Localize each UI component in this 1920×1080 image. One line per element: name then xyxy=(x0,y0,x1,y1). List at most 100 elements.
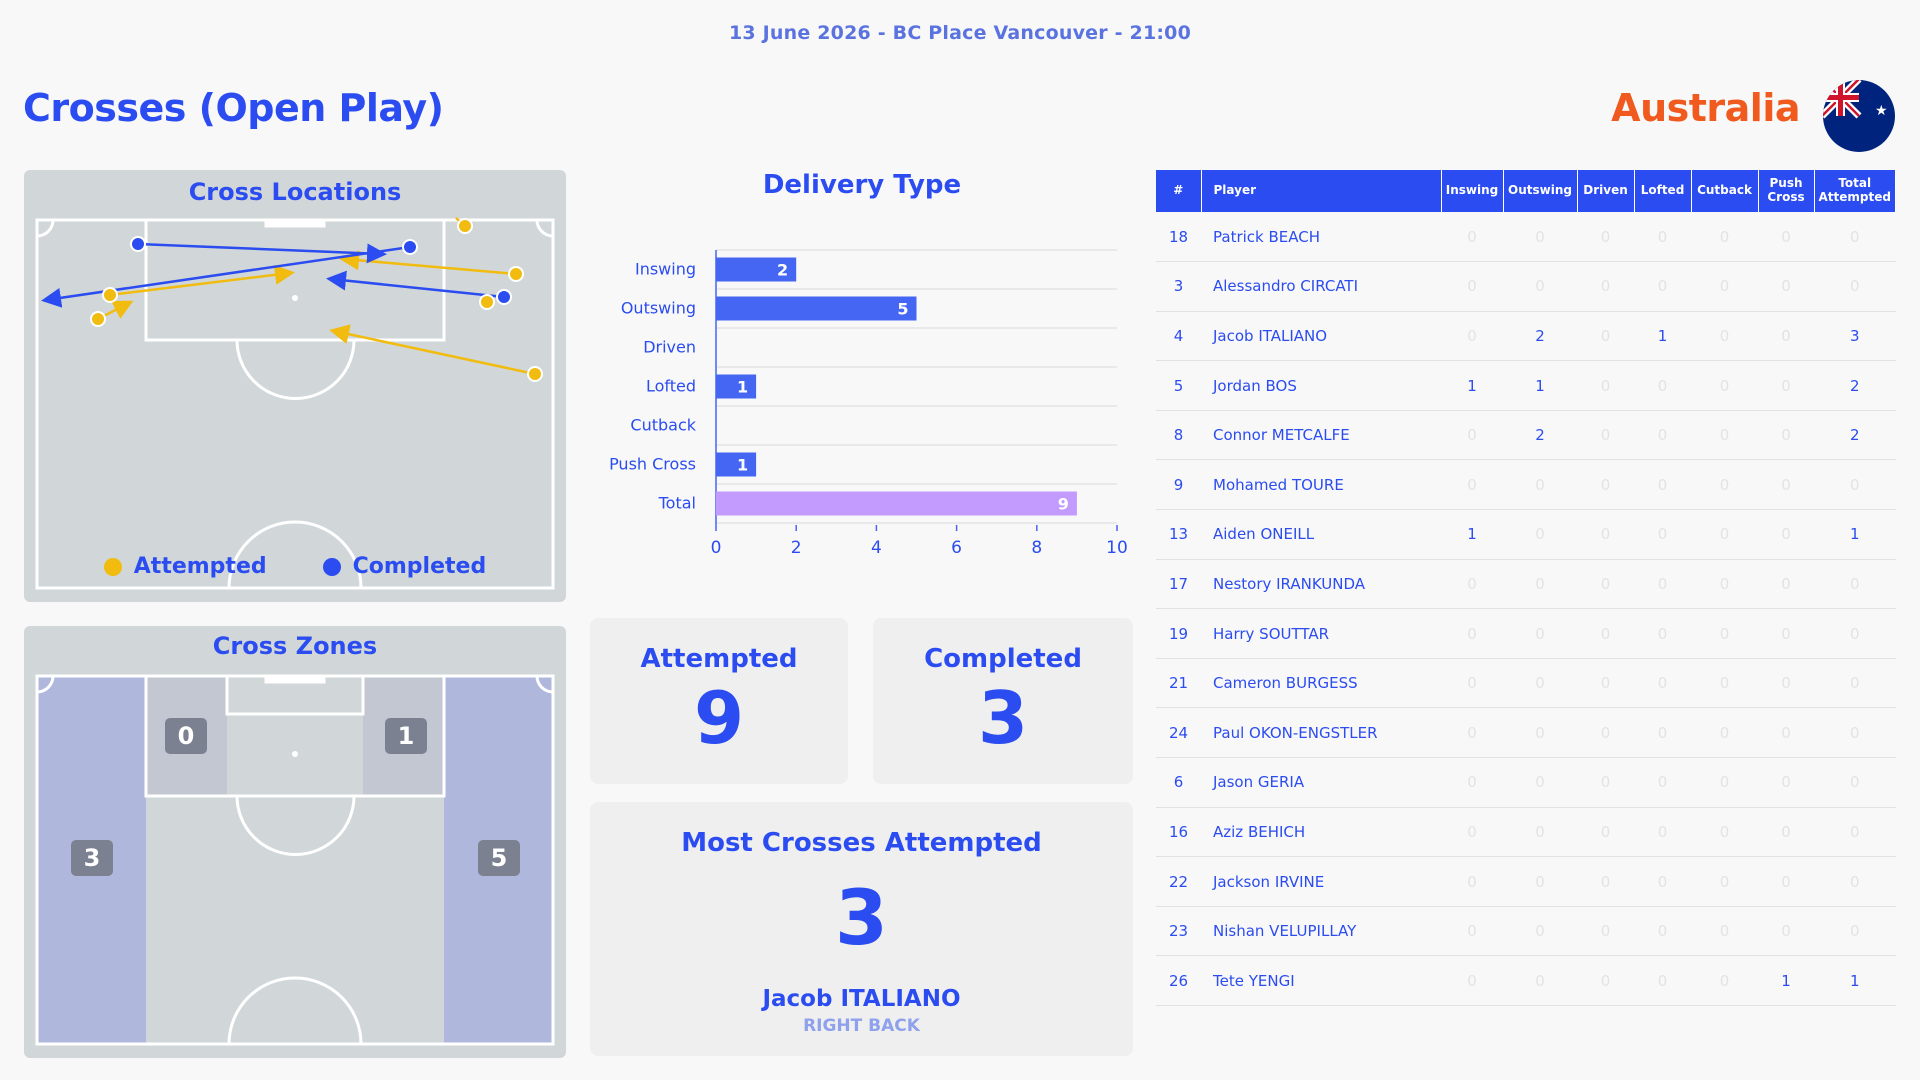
cell-cutback: 0 xyxy=(1691,658,1758,709)
player-name: Cameron BURGESS xyxy=(1201,658,1441,709)
cell-outswing: 0 xyxy=(1503,757,1577,808)
cell-lofted: 0 xyxy=(1634,608,1691,659)
cell-total-attempted: 0 xyxy=(1814,261,1896,312)
cell-lofted: 0 xyxy=(1634,906,1691,957)
chart-bar-value-label: 2 xyxy=(777,261,788,280)
svg-text:★: ★ xyxy=(1875,103,1888,119)
cell-outswing: 2 xyxy=(1503,311,1577,362)
cross-origin-attempted xyxy=(90,311,106,327)
cell-cutback: 0 xyxy=(1691,707,1758,759)
col-header-inswing[interactable]: Inswing xyxy=(1441,170,1504,212)
col-header-push-cross[interactable]: Push Cross xyxy=(1758,170,1815,212)
player-name: Harry SOUTTAR xyxy=(1201,608,1441,659)
cell-inswing: 1 xyxy=(1441,509,1503,560)
table-row[interactable]: 4 Jacob ITALIANO 0 2 0 1 0 0 3 xyxy=(1156,311,1896,362)
table-row[interactable]: 9 Mohamed TOURE 0 0 0 0 0 0 0 xyxy=(1156,459,1896,511)
cell-push-cross: 0 xyxy=(1758,261,1814,312)
cell-total-attempted: 0 xyxy=(1814,212,1896,263)
table-row[interactable]: 26 Tete YENGI 0 0 0 0 0 1 1 xyxy=(1156,955,1896,1006)
cell-driven: 0 xyxy=(1577,757,1634,808)
cell-inswing: 0 xyxy=(1441,410,1503,461)
table-row[interactable]: 8 Connor METCALFE 0 2 0 0 0 0 2 xyxy=(1156,410,1896,461)
cell-outswing: 1 xyxy=(1503,360,1577,411)
table-row[interactable]: 5 Jordan BOS 1 1 0 0 0 0 2 xyxy=(1156,360,1896,411)
chart-category-label: Lofted xyxy=(646,377,696,396)
cell-cutback: 0 xyxy=(1691,261,1758,312)
player-number: 9 xyxy=(1156,459,1201,511)
cell-lofted: 0 xyxy=(1634,410,1691,461)
cell-cutback: 0 xyxy=(1691,856,1758,907)
cell-total-attempted: 0 xyxy=(1814,807,1896,858)
cell-cutback: 0 xyxy=(1691,459,1758,511)
cell-cutback: 0 xyxy=(1691,906,1758,957)
player-number: 4 xyxy=(1156,311,1201,362)
cell-inswing: 0 xyxy=(1441,459,1503,511)
player-name: Jordan BOS xyxy=(1201,360,1441,411)
table-row[interactable]: 19 Harry SOUTTAR 0 0 0 0 0 0 0 xyxy=(1156,608,1896,659)
table-row[interactable]: 16 Aziz BEHICH 0 0 0 0 0 0 0 xyxy=(1156,807,1896,858)
cell-total-attempted: 0 xyxy=(1814,707,1896,759)
cell-inswing: 0 xyxy=(1441,559,1503,610)
col-header-player[interactable]: Player xyxy=(1201,170,1442,212)
cell-lofted: 0 xyxy=(1634,212,1691,263)
attempted-value: 9 xyxy=(693,676,745,760)
cell-lofted: 0 xyxy=(1634,856,1691,907)
col-header-lofted[interactable]: Lofted xyxy=(1634,170,1692,212)
top-player-name: Jacob ITALIANO xyxy=(762,986,961,1012)
chart-x-tick-label: 10 xyxy=(1106,538,1128,558)
table-row[interactable]: 3 Alessandro CIRCATI 0 0 0 0 0 0 0 xyxy=(1156,261,1896,312)
cell-outswing: 0 xyxy=(1503,559,1577,610)
cross-zones-panel: Cross Zones 0 1 3 5 xyxy=(24,626,566,1058)
cell-cutback: 0 xyxy=(1691,410,1758,461)
col-header-total-attempted[interactable]: Total Attempted xyxy=(1814,170,1896,212)
cell-cutback: 0 xyxy=(1691,757,1758,808)
cell-total-attempted: 0 xyxy=(1814,559,1896,610)
col-header-outswing[interactable]: Outswing xyxy=(1503,170,1578,212)
cell-lofted: 0 xyxy=(1634,509,1691,560)
most-crosses-value: 3 xyxy=(835,873,888,962)
cross-arrow-completed xyxy=(137,242,387,264)
table-row[interactable]: 18 Patrick BEACH 0 0 0 0 0 0 0 xyxy=(1156,212,1896,263)
legend-completed: Completed xyxy=(322,554,487,579)
table-row[interactable]: 21 Cameron BURGESS 0 0 0 0 0 0 0 xyxy=(1156,658,1896,709)
col-header-driven[interactable]: Driven xyxy=(1577,170,1635,212)
player-number: 23 xyxy=(1156,906,1201,957)
cell-driven: 0 xyxy=(1577,360,1634,411)
cell-cutback: 0 xyxy=(1691,509,1758,560)
legend-completed-label: Completed xyxy=(352,554,487,579)
player-number: 17 xyxy=(1156,559,1201,610)
cell-total-attempted: 0 xyxy=(1814,658,1896,709)
cell-driven: 0 xyxy=(1577,459,1634,511)
player-number: 8 xyxy=(1156,410,1201,461)
cell-outswing: 0 xyxy=(1503,906,1577,957)
cell-total-attempted: 0 xyxy=(1814,459,1896,511)
completed-value: 3 xyxy=(977,676,1029,760)
cell-driven: 0 xyxy=(1577,658,1634,709)
cross-arrow-completed xyxy=(41,245,411,308)
table-row[interactable]: 13 Aiden ONEILL 1 0 0 0 0 0 1 xyxy=(1156,509,1896,560)
cell-push-cross: 0 xyxy=(1758,856,1814,907)
cell-cutback: 0 xyxy=(1691,955,1758,1006)
table-row[interactable]: 23 Nishan VELUPILLAY 0 0 0 0 0 0 0 xyxy=(1156,906,1896,957)
cell-cutback: 0 xyxy=(1691,608,1758,659)
cell-total-attempted: 0 xyxy=(1814,608,1896,659)
cell-push-cross: 1 xyxy=(1758,955,1814,1006)
table-row[interactable]: 22 Jackson IRVINE 0 0 0 0 0 0 0 xyxy=(1156,856,1896,907)
cell-push-cross: 0 xyxy=(1758,311,1814,362)
col-header-cutback[interactable]: Cutback xyxy=(1691,170,1759,212)
col-header-number[interactable]: # xyxy=(1156,170,1202,212)
table-row[interactable]: 6 Jason GERIA 0 0 0 0 0 0 0 xyxy=(1156,757,1896,808)
legend-attempted: Attempted xyxy=(103,554,267,579)
table-row[interactable]: 24 Paul OKON-ENGSTLER 0 0 0 0 0 0 0 xyxy=(1156,707,1896,759)
player-number: 19 xyxy=(1156,608,1201,659)
top-player-position: RIGHT BACK xyxy=(803,1016,920,1036)
chart-category-label: Outswing xyxy=(621,299,696,318)
table-row[interactable]: 17 Nestory IRANKUNDA 0 0 0 0 0 0 0 xyxy=(1156,559,1896,610)
chart-category-label: Cutback xyxy=(630,416,696,435)
cell-total-attempted: 1 xyxy=(1814,509,1896,560)
cell-inswing: 0 xyxy=(1441,906,1503,957)
cell-cutback: 0 xyxy=(1691,360,1758,411)
chart-x-tick-label: 0 xyxy=(711,538,722,558)
cell-outswing: 0 xyxy=(1503,707,1577,759)
player-number: 13 xyxy=(1156,509,1201,560)
